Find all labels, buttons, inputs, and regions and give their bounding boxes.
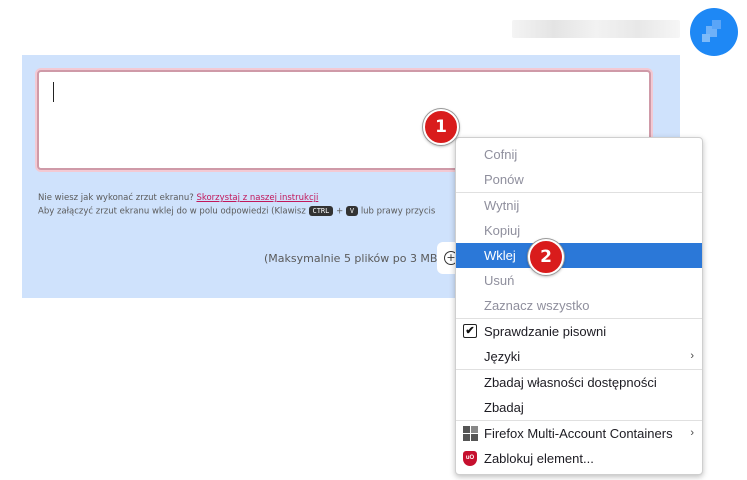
- menu-item-label: Cofnij: [484, 147, 518, 162]
- menu-item-label: Zbadaj: [484, 400, 524, 415]
- step-badge-2: 2: [528, 239, 564, 275]
- chevron-right-icon: ›: [690, 350, 694, 362]
- blurred-username: [512, 20, 680, 38]
- menu-item-label: Zablokuj element...: [484, 451, 594, 466]
- avatar-pattern: [712, 20, 721, 29]
- chevron-right-icon: ›: [690, 427, 694, 439]
- hint-text-suffix: lub prawy przycis: [360, 206, 436, 217]
- ublock-shield-icon: uO: [463, 451, 477, 466]
- upload-limit-text: (Maksymalnie 5 plików po 3 MB): [264, 252, 442, 265]
- avatar-pattern: [702, 34, 710, 42]
- hint-text: Aby załączyć zrzut ekranu wklej do w pol…: [38, 206, 306, 217]
- menu-item-label: Wklej: [484, 248, 516, 263]
- menu-item-label: Języki: [484, 349, 521, 364]
- menu-item-label: Zbadaj własności dostępności: [484, 375, 657, 390]
- menu-item-label: Sprawdzanie pisowni: [484, 324, 607, 339]
- menu-item-paste[interactable]: Wklej: [456, 243, 702, 268]
- menu-item-undo[interactable]: Cofnij: [456, 142, 702, 167]
- text-caret: [53, 82, 54, 102]
- containers-icon: [463, 426, 479, 442]
- menu-item-copy[interactable]: Kopiuj: [456, 218, 702, 243]
- ctrl-key: CTRL: [308, 206, 334, 216]
- menu-item-containers[interactable]: Firefox Multi-Account Containers ›: [456, 421, 702, 446]
- menu-item-inspect[interactable]: Zbadaj: [456, 395, 702, 420]
- menu-item-label: Zaznacz wszystko: [484, 298, 590, 313]
- menu-item-label: Usuń: [484, 273, 515, 288]
- menu-item-label: Wytnij: [484, 198, 520, 213]
- step-badge-1: 1: [423, 109, 459, 145]
- menu-item-select-all[interactable]: Zaznacz wszystko: [456, 293, 702, 318]
- menu-item-label: Firefox Multi-Account Containers: [484, 426, 673, 441]
- menu-item-label: Ponów: [484, 172, 524, 187]
- paste-hint: Aby załączyć zrzut ekranu wklej do w pol…: [38, 206, 435, 217]
- instructions-link[interactable]: Skorzystaj z naszej instrukcji: [196, 193, 318, 203]
- context-menu: Cofnij Ponów Wytnij Kopiuj Wklej Usuń Za…: [455, 137, 703, 475]
- menu-item-spellcheck[interactable]: ✔ Sprawdzanie pisowni: [456, 319, 702, 344]
- menu-item-delete[interactable]: Usuń: [456, 268, 702, 293]
- menu-item-languages[interactable]: Języki ›: [456, 344, 702, 369]
- menu-item-cut[interactable]: Wytnij: [456, 193, 702, 218]
- user-avatar[interactable]: [690, 8, 738, 56]
- menu-item-label: Kopiuj: [484, 223, 521, 238]
- menu-item-inspect-accessibility[interactable]: Zbadaj własności dostępności: [456, 370, 702, 395]
- plus-sign: +: [336, 206, 344, 217]
- reply-panel-tail: [658, 55, 676, 73]
- hint-text: Nie wiesz jak wykonać zrzut ekranu?: [38, 193, 194, 203]
- v-key: V: [345, 206, 359, 216]
- screenshot-hint: Nie wiesz jak wykonać zrzut ekranu? Skor…: [38, 193, 318, 203]
- menu-item-redo[interactable]: Ponów: [456, 167, 702, 192]
- checkmark-icon: ✔: [463, 324, 477, 338]
- menu-item-block-element[interactable]: uO Zablokuj element...: [456, 446, 702, 471]
